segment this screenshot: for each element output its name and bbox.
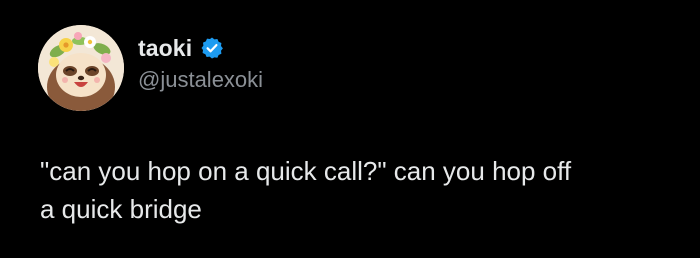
avatar[interactable] xyxy=(38,25,124,111)
verified-badge-icon xyxy=(200,36,224,60)
sloth-avatar-icon xyxy=(38,25,124,111)
tweet-card: taoki @justalexoki "can you hop on a qui… xyxy=(0,0,700,258)
name-row: taoki xyxy=(138,34,263,62)
tweet-text: "can you hop on a quick call?" can you h… xyxy=(40,156,572,224)
author-info: taoki @justalexoki xyxy=(138,34,263,93)
display-name[interactable]: taoki xyxy=(138,35,192,62)
user-handle[interactable]: @justalexoki xyxy=(138,67,263,93)
